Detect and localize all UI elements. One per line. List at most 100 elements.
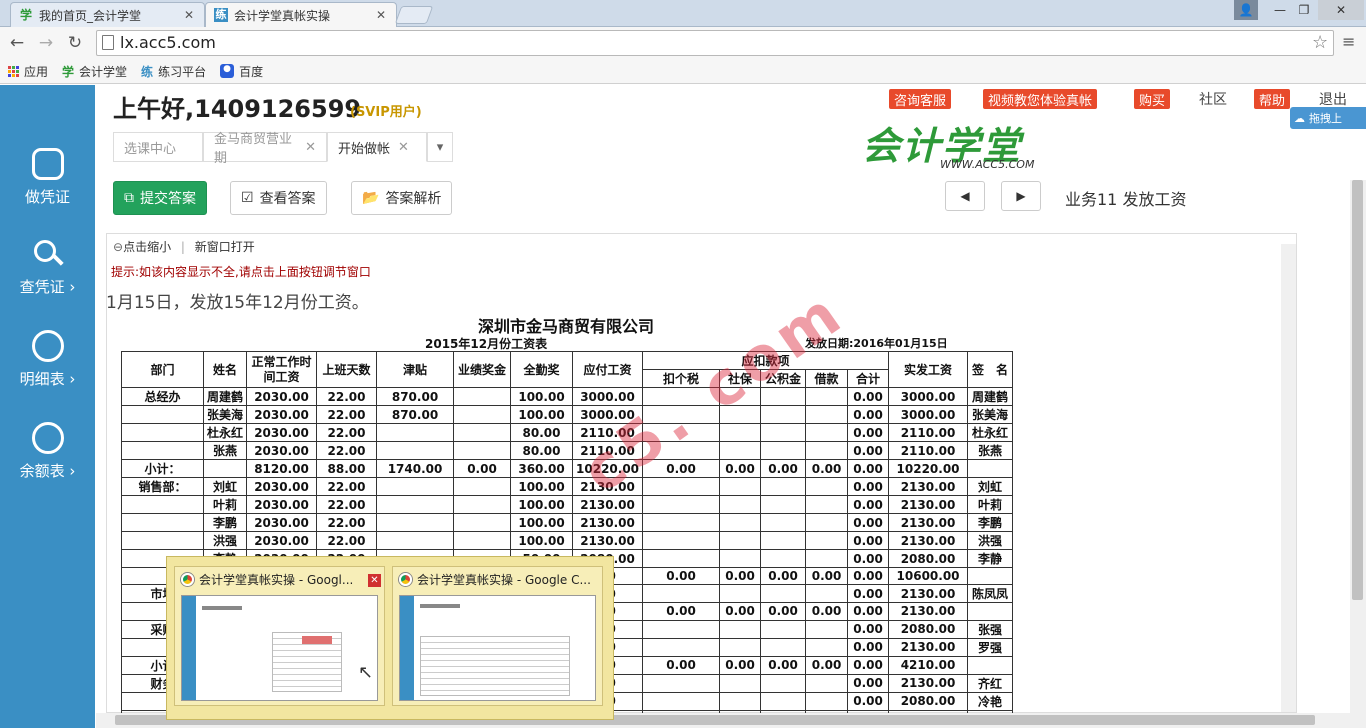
table-row: 李鹏 2030.00 22.00 100.00 2130.00 0.00 2130.00 李鹏 <box>121 513 1014 532</box>
table-cell: 张燕 <box>202 441 248 460</box>
table-cell <box>760 405 807 424</box>
table-cell: 0.00 <box>760 566 807 586</box>
table-cell <box>760 584 807 604</box>
table-cell <box>967 655 1014 675</box>
window-preview-1[interactable]: 会计学堂真帐实操 - Googl... <box>174 566 385 706</box>
table-cell: 刘虹 <box>967 477 1014 496</box>
bookmark-practice[interactable]: 练 练习平台 <box>141 63 206 80</box>
hint-text: 提示:如该内容显示不全,请点击上面按钮调节窗口 <box>111 265 371 279</box>
table-cell: 0.00 <box>760 459 807 478</box>
close-icon[interactable]: ✕ <box>398 140 409 155</box>
site-icon: 练 <box>141 64 154 79</box>
star-icon[interactable]: ☆ <box>1312 32 1328 53</box>
close-preview-icon[interactable]: ✕ <box>368 574 381 587</box>
table-cell: 3000.00 <box>572 387 644 406</box>
address-bar[interactable] <box>96 30 1334 56</box>
browser-tab-home[interactable]: 学 我的首页_会计学堂 ✕ <box>10 2 205 27</box>
menu-icon[interactable]: ≡ <box>1342 32 1355 51</box>
header-cell: 签 名 <box>967 351 1014 388</box>
table-cell: 870.00 <box>376 405 455 424</box>
browser-tab-practice[interactable]: 练 会计学堂真帐实操 ✕ <box>205 2 397 27</box>
tab-company[interactable]: 金马商贸营业期 ✕ <box>203 132 327 166</box>
table-cell <box>642 495 721 514</box>
forward-icon[interactable]: → <box>34 31 58 55</box>
cloud-upload-widget[interactable]: ☁ 拖拽上 <box>1290 107 1366 129</box>
minimize-button[interactable]: — <box>1268 0 1292 20</box>
maximize-button[interactable]: ❐ <box>1292 0 1316 20</box>
table-cell: 0.00 <box>453 459 512 478</box>
table-cell: 2030.00 <box>246 441 318 460</box>
reload-icon[interactable]: ↻ <box>63 31 87 55</box>
header-cell: 部门 <box>121 351 204 388</box>
table-cell: 周建鹤 <box>967 387 1014 406</box>
bookmark-kuaiji[interactable]: 学 会计学堂 <box>62 63 127 80</box>
close-window-button[interactable]: ✕ <box>1318 0 1364 20</box>
table-cell: 2130.00 <box>888 531 969 550</box>
view-answer-button[interactable]: ☑ 查看答案 <box>230 181 327 215</box>
bookmark-baidu[interactable]: ● 百度 <box>220 63 263 80</box>
window-preview-2[interactable]: 会计学堂真帐实操 - Google C... <box>392 566 603 706</box>
table-cell <box>760 441 807 460</box>
close-icon[interactable]: ✕ <box>182 8 196 22</box>
close-icon[interactable]: ✕ <box>374 8 388 22</box>
table-cell: 870.00 <box>376 387 455 406</box>
table-cell <box>719 441 762 460</box>
user-icon[interactable]: 👤 <box>1234 0 1258 20</box>
next-business-button[interactable]: ▶ <box>1001 181 1041 211</box>
tab-start-accounting[interactable]: 开始做帐 ✕ <box>327 132 427 162</box>
table-row: 总经办 周建鹤 2030.00 22.00 870.00 100.00 3000.00 0.0… <box>121 387 1014 406</box>
sidebar-item-search-voucher[interactable]: 查凭证 › <box>0 238 95 318</box>
table-cell: 2130.00 <box>888 477 969 496</box>
table-cell <box>719 477 762 496</box>
answer-analysis-button[interactable]: 📂 答案解析 <box>351 181 453 215</box>
table-cell: 0.00 <box>847 513 890 532</box>
sidebar-item-detail[interactable]: 明细表 › <box>0 330 95 410</box>
table-cell: 0.00 <box>847 637 890 657</box>
sidebar-item-voucher[interactable]: 做凭证 <box>0 148 95 228</box>
button-label: 查看答案 <box>259 191 316 207</box>
logout-link[interactable]: 退出 <box>1319 89 1347 109</box>
sidebar-item-label: 做凭证 <box>24 188 70 206</box>
community-link[interactable]: 社区 <box>1199 89 1227 109</box>
zoom-link[interactable]: 点击缩小 <box>123 240 171 254</box>
table-cell: 2030.00 <box>246 405 318 424</box>
table-row: 洪强 2030.00 22.00 100.00 2130.00 0.00 2130.00 洪强 <box>121 531 1014 550</box>
table-cell: 李鹏 <box>967 513 1014 532</box>
table-cell <box>453 495 512 514</box>
table-cell: 0.00 <box>847 405 890 424</box>
table-row: 张燕 2030.00 22.00 80.00 2110.00 0.00 2110.00 张燕 <box>121 441 1014 460</box>
tabs-dropdown[interactable]: ▾ <box>427 132 453 162</box>
table-cell <box>967 602 1014 621</box>
table-cell: 10600.00 <box>888 566 969 586</box>
bookmark-label: 百度 <box>239 64 264 79</box>
table-cell: 张美海 <box>202 405 248 424</box>
table-cell: 洪强 <box>202 531 248 550</box>
header-cell: 全勤奖 <box>510 351 574 388</box>
table-cell: 2080.00 <box>888 691 969 711</box>
logo-url: WWW.ACC5.COM <box>940 158 1035 171</box>
buy-link[interactable]: 购买 <box>1134 89 1171 109</box>
zoom-out-icon[interactable]: ⊖ <box>113 240 123 254</box>
close-icon[interactable]: ✕ <box>305 140 316 155</box>
table-cell <box>805 531 849 550</box>
sidebar-item-balance[interactable]: 余额表 › <box>0 422 95 502</box>
table-cell: 100.00 <box>510 495 574 514</box>
url-text[interactable]: lx.acc5.com <box>120 33 216 52</box>
table-cell <box>805 441 849 460</box>
prev-business-button[interactable]: ◀ <box>945 181 985 211</box>
frame-scrollbar[interactable] <box>1281 244 1296 712</box>
help-link[interactable]: 帮助 <box>1254 89 1291 109</box>
scrollbar-thumb[interactable] <box>1352 180 1363 600</box>
table-cell: 0.00 <box>719 459 762 478</box>
submit-answer-button[interactable]: ⧉ 提交答案 <box>113 181 207 215</box>
new-window-link[interactable]: 新窗口打开 <box>195 240 255 254</box>
bookmark-apps[interactable]: 应用 <box>8 63 48 80</box>
back-icon[interactable]: ← <box>5 31 29 55</box>
support-link[interactable]: 咨询客服 <box>889 89 952 109</box>
table-cell: 2130.00 <box>572 531 644 550</box>
tab-course-center[interactable]: 选课中心 <box>113 132 203 162</box>
table-cell <box>805 584 849 604</box>
new-tab-button[interactable] <box>394 6 434 24</box>
table-cell <box>719 619 762 639</box>
video-link[interactable]: 视频教您体验真帐 <box>983 89 1098 109</box>
